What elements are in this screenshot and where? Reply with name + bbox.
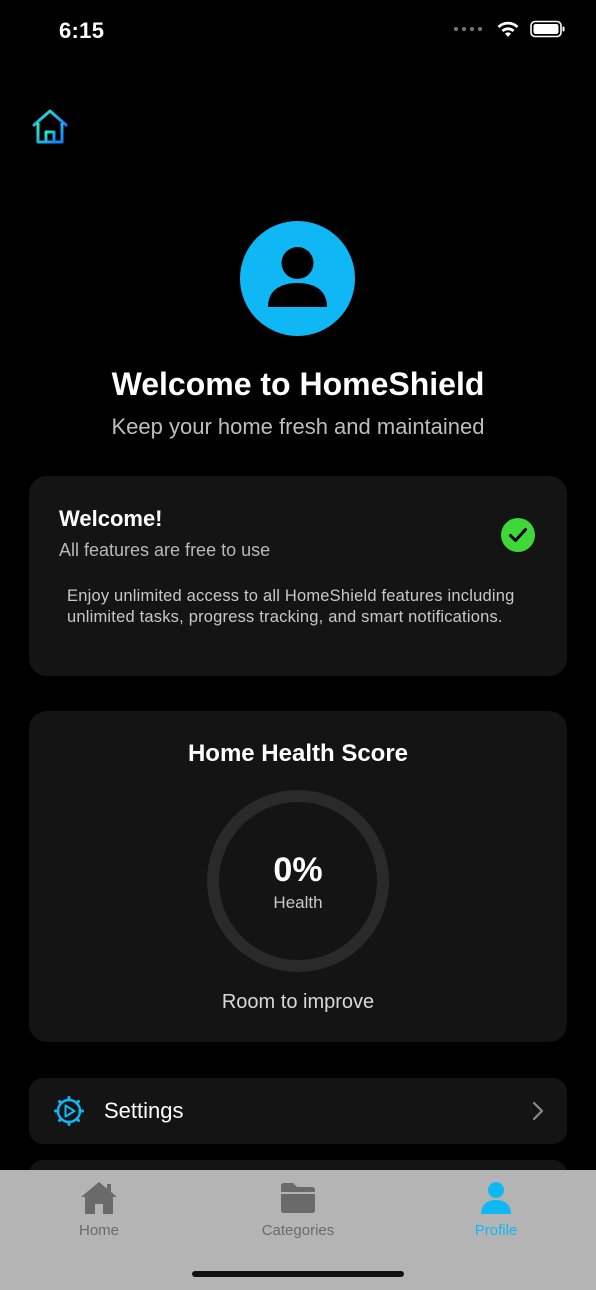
- home-indicator: [192, 1271, 404, 1277]
- status-icons: [454, 20, 566, 38]
- signal-dots-icon: [454, 27, 482, 31]
- tab-profile[interactable]: Profile: [426, 1180, 566, 1239]
- free-features-card: Welcome! All features are free to use En…: [29, 476, 567, 676]
- status-bar: 6:15: [0, 0, 596, 66]
- wifi-icon: [497, 21, 519, 37]
- health-score-caption: Room to improve: [221, 991, 375, 1013]
- page-subtitle: Keep your home fresh and maintained: [111, 414, 485, 439]
- settings-row[interactable]: Settings: [29, 1078, 567, 1144]
- free-card-body: Enjoy unlimited access to all HomeShield…: [67, 587, 515, 626]
- tab-profile-label: Profile: [474, 1222, 518, 1239]
- tab-home-label: Home: [78, 1222, 119, 1239]
- checkmark-circle-icon: [500, 517, 536, 553]
- person-icon: [481, 1182, 511, 1214]
- status-time: 6:15: [59, 18, 105, 43]
- health-score-label: Health: [273, 893, 323, 912]
- health-score-value: 0%: [273, 851, 323, 889]
- battery-icon: [530, 20, 565, 38]
- free-card-subtitle: All features are free to use: [59, 540, 271, 560]
- avatar: [240, 221, 355, 336]
- folder-icon: [281, 1183, 315, 1213]
- free-card-title: Welcome!: [59, 506, 163, 531]
- health-card-title: Home Health Score: [187, 740, 409, 767]
- chevron-right-icon: [531, 1100, 545, 1122]
- person-icon: [268, 247, 327, 307]
- gear-icon: [54, 1096, 84, 1126]
- home-icon[interactable]: [30, 106, 70, 146]
- settings-label: Settings: [104, 1098, 184, 1123]
- house-icon: [81, 1182, 117, 1214]
- health-score-card: Home Health Score 0% Health Room to impr…: [29, 711, 567, 1042]
- tab-categories[interactable]: Categories: [228, 1180, 368, 1239]
- tab-categories-label: Categories: [261, 1222, 335, 1239]
- tab-home[interactable]: Home: [29, 1180, 169, 1239]
- page-title: Welcome to HomeShield: [111, 366, 485, 402]
